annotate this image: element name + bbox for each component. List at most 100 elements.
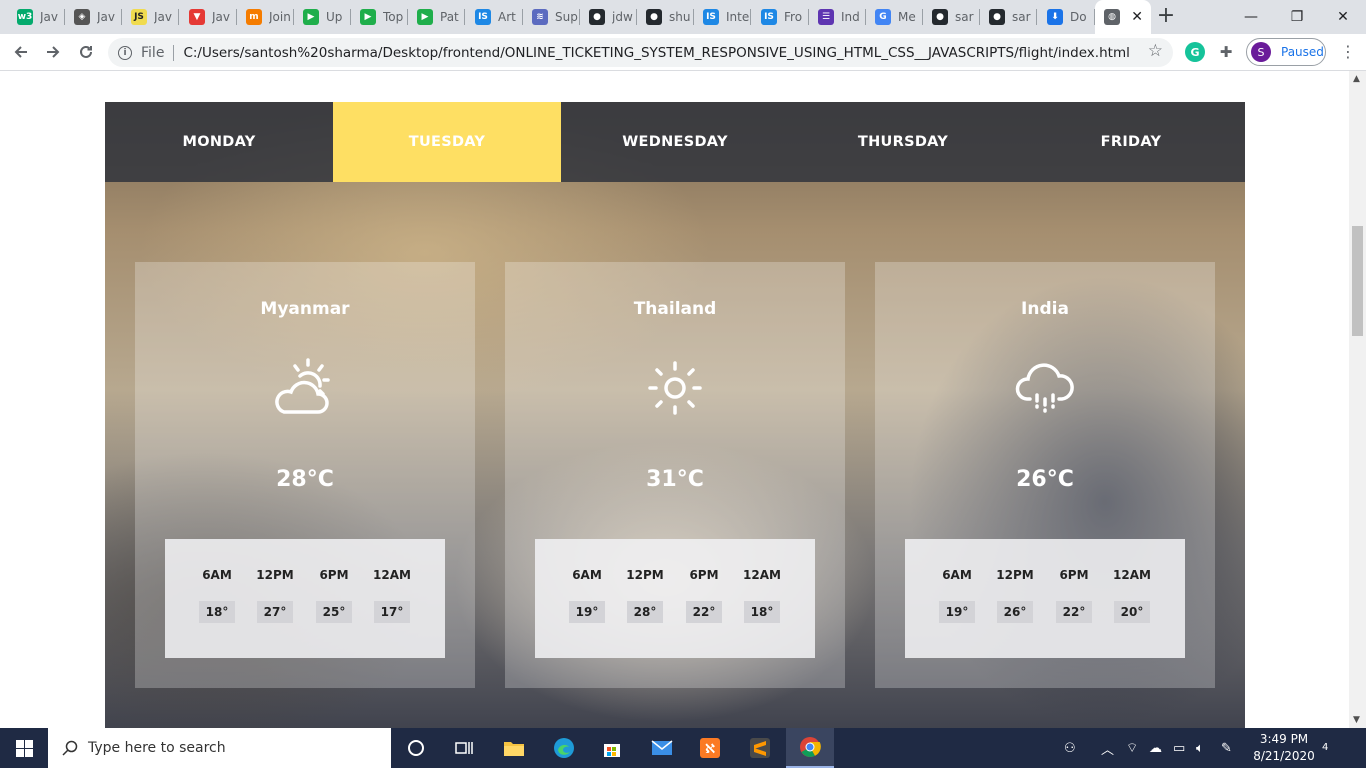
browser-tab[interactable]: ≋ Sup <box>523 0 580 34</box>
browser-tab[interactable]: m Join <box>237 0 294 34</box>
xampp-icon[interactable]: ℵ <box>686 728 734 768</box>
browser-tab[interactable]: IS Art <box>466 0 523 34</box>
browser-tab[interactable]: ▼ Jav <box>180 0 237 34</box>
browser-tab[interactable]: ⬇ Do <box>1038 0 1095 34</box>
reload-button[interactable] <box>73 39 99 65</box>
restore-button[interactable]: ❐ <box>1274 0 1320 34</box>
hour-temp: 26° <box>996 601 1034 623</box>
forward-button[interactable] <box>40 39 66 65</box>
bookmark-star-icon[interactable]: ☆ <box>1148 41 1163 61</box>
weather-card: Myanmar 28°C 6AM 12PM 6PM 12AM 18° 27° 2… <box>135 262 475 688</box>
browser-toolbar: i File C:/Users/santosh%20sharma/Desktop… <box>0 34 1366 71</box>
browser-tab[interactable]: ◈ Jav <box>65 0 122 34</box>
tab-title: shu <box>669 10 691 24</box>
hour-temp: 18° <box>743 601 781 623</box>
browser-tab[interactable]: IS Fro <box>752 0 809 34</box>
wave-icon: ≋ <box>532 9 548 25</box>
github-icon: ● <box>989 9 1005 25</box>
download-icon: ⬇ <box>1047 9 1063 25</box>
address-bar[interactable]: i File C:/Users/santosh%20sharma/Desktop… <box>108 38 1173 67</box>
system-clock[interactable]: 3:49 PM 8/21/2020 <box>1248 731 1320 765</box>
new-tab-button[interactable]: + <box>1154 4 1178 28</box>
store-icon[interactable] <box>588 728 636 768</box>
current-temperature: 26°C <box>1016 467 1074 492</box>
browser-tab[interactable]: ● sar <box>923 0 980 34</box>
tab-active[interactable]: ◍ ✕ <box>1095 0 1151 34</box>
show-hidden-icons-icon[interactable]: ︿ <box>1101 728 1114 768</box>
wifi-icon[interactable]: ⌔ <box>1126 728 1138 768</box>
browser-tab[interactable]: ● shu <box>637 0 694 34</box>
browser-tab[interactable]: w3 Jav <box>8 0 65 34</box>
browser-tab[interactable]: ▶ Pat <box>408 0 465 34</box>
file-explorer-icon[interactable] <box>490 728 538 768</box>
profile-button[interactable]: S Paused <box>1246 38 1326 66</box>
back-arrow-icon <box>14 46 27 58</box>
minimize-button[interactable]: — <box>1228 0 1274 34</box>
github-icon: ● <box>932 9 948 25</box>
scrollbar-thumb[interactable] <box>1352 226 1363 336</box>
close-window-button[interactable]: ✕ <box>1320 0 1366 34</box>
hour-label: 6PM <box>1059 568 1089 582</box>
browser-tab[interactable]: JS Jav <box>122 0 179 34</box>
volume-icon[interactable]: 🔈︎ <box>1196 728 1204 768</box>
hour-label: 12AM <box>743 568 781 582</box>
people-icon[interactable]: ⚇ <box>1064 728 1076 768</box>
vertical-scrollbar[interactable]: ▲ ▼ <box>1349 71 1366 728</box>
browser-tab[interactable]: G Me <box>866 0 923 34</box>
notifications-icon[interactable]: 4 <box>1322 738 1328 754</box>
tab-wednesday[interactable]: WEDNESDAY <box>561 102 789 182</box>
globe-icon: ◍ <box>1104 9 1120 25</box>
cortana-icon[interactable] <box>392 728 440 768</box>
taskbar-search[interactable]: Type here to search <box>48 728 391 768</box>
sublime-icon[interactable] <box>736 728 784 768</box>
browser-tab[interactable]: ▶ Top <box>351 0 408 34</box>
task-view-icon[interactable] <box>440 728 488 768</box>
tab-title: jdw <box>612 10 633 24</box>
list-icon: ☰ <box>818 9 834 25</box>
extensions-puzzle-icon[interactable]: ✚ <box>1216 42 1236 62</box>
day-tabs: MONDAY TUESDAY WEDNESDAY THURSDAY FRIDAY <box>105 102 1245 182</box>
tab-title: Sup <box>555 10 578 24</box>
menu-kebab-icon[interactable]: ⋮ <box>1340 44 1356 60</box>
chrome-icon[interactable] <box>786 728 834 768</box>
hour-temp: 27° <box>256 601 294 623</box>
pen-workspace-icon[interactable]: ✎ <box>1221 728 1232 768</box>
battery-icon[interactable]: ▭ <box>1173 728 1185 768</box>
play-green-icon: ▶ <box>417 9 433 25</box>
tab-tuesday[interactable]: TUESDAY <box>333 102 561 182</box>
tab-monday[interactable]: MONDAY <box>105 102 333 182</box>
start-button[interactable] <box>0 728 48 768</box>
close-tab-icon[interactable]: ✕ <box>1131 9 1143 25</box>
tab-separator <box>1036 9 1037 25</box>
url-text[interactable]: C:/Users/santosh%20sharma/Desktop/fronte… <box>183 45 1129 61</box>
mail-icon[interactable] <box>638 728 686 768</box>
is-icon: IS <box>761 9 777 25</box>
scroll-up-icon[interactable]: ▲ <box>1353 74 1360 84</box>
browser-tab[interactable]: ● jdw <box>580 0 637 34</box>
browser-tab[interactable]: ▶ Up <box>294 0 351 34</box>
tab-title: Up <box>326 10 343 24</box>
back-button[interactable] <box>8 39 34 65</box>
browser-tab[interactable]: IS Inte <box>694 0 751 34</box>
tab-friday[interactable]: FRIDAY <box>1017 102 1245 182</box>
taskbar: Type here to search ℵ ⚇ ︿ ⌔ ☁ ▭ 🔈︎ ✎ 3:4… <box>0 728 1366 768</box>
tab-separator <box>178 9 179 25</box>
scroll-down-icon[interactable]: ▼ <box>1353 715 1360 725</box>
hour-label: 12PM <box>256 568 294 582</box>
browser-tab[interactable]: ● sar <box>980 0 1037 34</box>
is-icon: IS <box>703 9 719 25</box>
browser-tab[interactable]: ☰ Ind <box>809 0 866 34</box>
tab-title: sar <box>1012 10 1031 24</box>
hour-temp: 17° <box>373 601 411 623</box>
onedrive-cloud-icon[interactable]: ☁ <box>1149 728 1162 768</box>
tab-thursday[interactable]: THURSDAY <box>789 102 1017 182</box>
grammarly-extension-icon[interactable]: G <box>1185 42 1205 62</box>
hour-temp: 18° <box>198 601 236 623</box>
hour-label: 6PM <box>319 568 349 582</box>
site-info-icon[interactable]: i <box>118 45 132 60</box>
tab-title: sar <box>955 10 974 24</box>
city-name: India <box>1021 299 1069 319</box>
edge-icon[interactable] <box>540 728 588 768</box>
search-icon <box>62 740 78 756</box>
hour-label: 12PM <box>996 568 1034 582</box>
